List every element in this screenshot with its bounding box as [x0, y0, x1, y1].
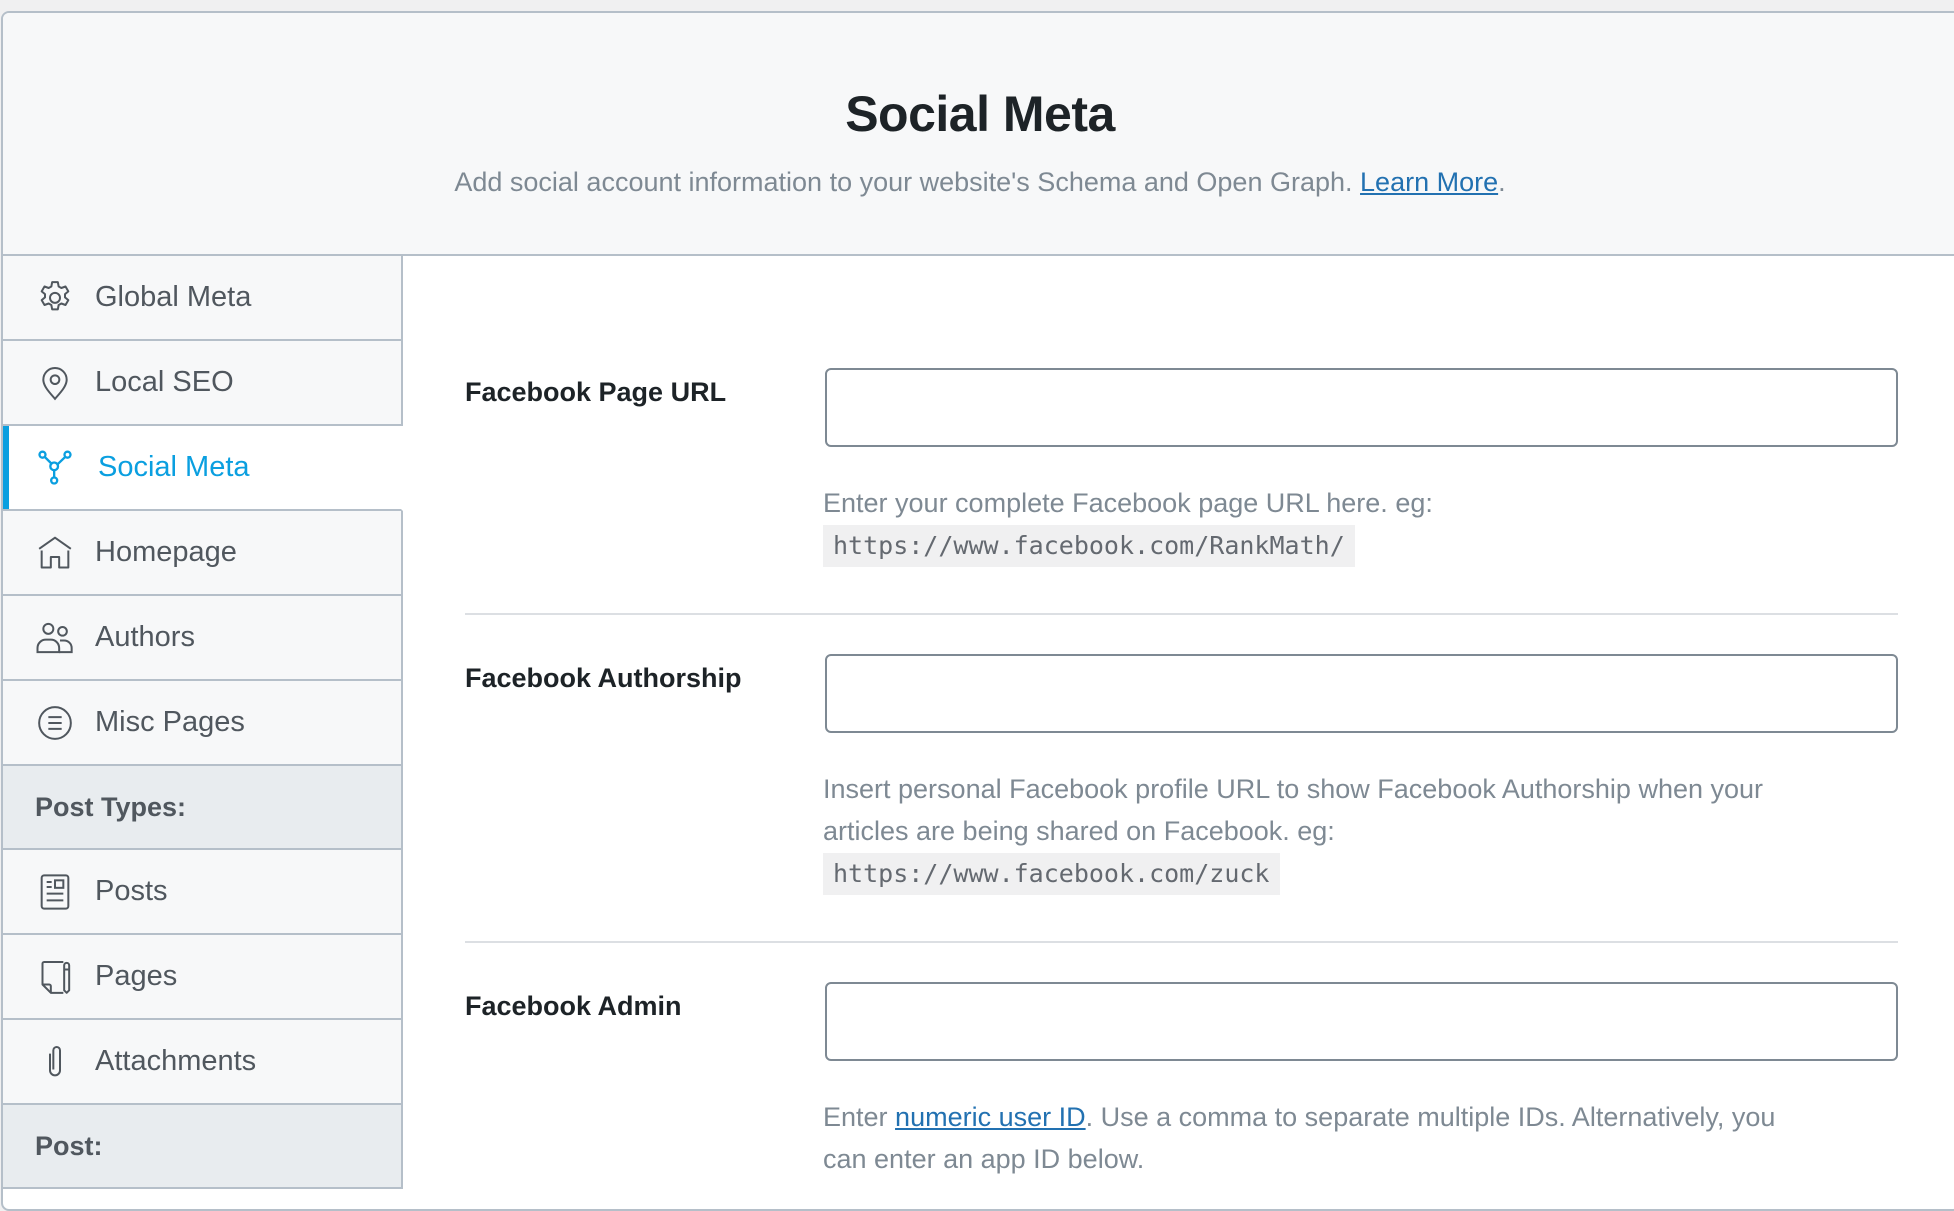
- list-circle-icon: [34, 702, 76, 744]
- facebook-admin-description: Enter numeric user ID. Use a comma to se…: [823, 1096, 1903, 1180]
- sidebar-item-label: Social Meta: [98, 451, 250, 483]
- sidebar-item-authors[interactable]: Authors: [3, 596, 403, 681]
- sidebar-item-label: Posts: [95, 875, 168, 907]
- page-header: Social Meta Add social account informati…: [3, 13, 1954, 256]
- subtitle-text: Add social account information to your w…: [454, 167, 1353, 197]
- numeric-user-id-link[interactable]: numeric user ID: [895, 1102, 1086, 1132]
- sidebar-item-pages[interactable]: Pages: [3, 935, 403, 1020]
- sidebar-item-label: Misc Pages: [95, 706, 245, 738]
- facebook-admin-label: Facebook Admin: [465, 991, 682, 1021]
- description-line-1: Insert personal Facebook profile URL to …: [823, 774, 1764, 804]
- map-pin-icon: [34, 362, 76, 404]
- sidebar-item-label: Local SEO: [95, 366, 234, 398]
- learn-more-link[interactable]: Learn More: [1360, 167, 1498, 197]
- sidebar-item-label: Attachments: [95, 1045, 257, 1077]
- page-subtitle: Add social account information to your w…: [3, 167, 1954, 198]
- example-url-code: https://www.facebook.com/RankMath/: [823, 525, 1355, 567]
- gear-icon: [34, 277, 76, 319]
- home-icon: [34, 532, 76, 574]
- facebook-admin-input[interactable]: [825, 982, 1898, 1061]
- sidebar-item-label: Homepage: [95, 536, 237, 568]
- field-separator: [465, 613, 1898, 615]
- facebook-page-url-label: Facebook Page URL: [465, 377, 727, 407]
- sidebar-item-social-meta[interactable]: Social Meta: [3, 426, 403, 511]
- field-separator: [465, 941, 1898, 943]
- page-title: Social Meta: [845, 86, 1115, 142]
- description-line-1: Enter numeric user ID. Use a comma to se…: [823, 1096, 1903, 1138]
- sidebar-item-label: Pages: [95, 960, 178, 992]
- facebook-authorship-input[interactable]: [825, 654, 1898, 733]
- share-nodes-icon: [34, 447, 76, 489]
- post-types-heading: Post Types:: [3, 766, 403, 850]
- settings-sidebar: Global Meta Local SEO Social Meta Homepa…: [3, 256, 403, 1189]
- example-url-code: https://www.facebook.com/zuck: [823, 853, 1280, 895]
- sidebar-item-homepage[interactable]: Homepage: [3, 511, 403, 596]
- sidebar-item-local-seo[interactable]: Local SEO: [3, 341, 403, 426]
- sidebar-item-global-meta[interactable]: Global Meta: [3, 256, 403, 341]
- paperclip-icon: [34, 1041, 76, 1083]
- facebook-authorship-description: Insert personal Facebook profile URL to …: [823, 768, 1903, 895]
- description-prefix: Enter: [823, 1102, 896, 1132]
- description-text: Enter your complete Facebook page URL he…: [823, 488, 1433, 518]
- facebook-page-url-input[interactable]: [825, 368, 1898, 447]
- sidebar-item-posts[interactable]: Posts: [3, 850, 403, 935]
- settings-panel: Social Meta Add social account informati…: [1, 11, 1954, 1211]
- sidebar-item-attachments[interactable]: Attachments: [3, 1020, 403, 1105]
- sidebar-item-label: Authors: [95, 621, 195, 653]
- description-line-2: can enter an app ID below.: [823, 1144, 1145, 1174]
- subtitle-period: .: [1498, 167, 1506, 197]
- description-line-2: articles are being shared on Facebook. e…: [823, 816, 1335, 846]
- facebook-page-url-description: Enter your complete Facebook page URL he…: [823, 482, 1903, 567]
- facebook-authorship-label: Facebook Authorship: [465, 663, 742, 693]
- sidebar-item-misc-pages[interactable]: Misc Pages: [3, 681, 403, 766]
- post-icon: [34, 871, 76, 913]
- users-icon: [34, 617, 76, 659]
- sidebar-item-label: Global Meta: [95, 281, 252, 313]
- description-suffix: . Use a comma to separate multiple IDs. …: [1085, 1102, 1776, 1132]
- post-heading: Post:: [3, 1105, 403, 1189]
- page-icon: [34, 956, 76, 998]
